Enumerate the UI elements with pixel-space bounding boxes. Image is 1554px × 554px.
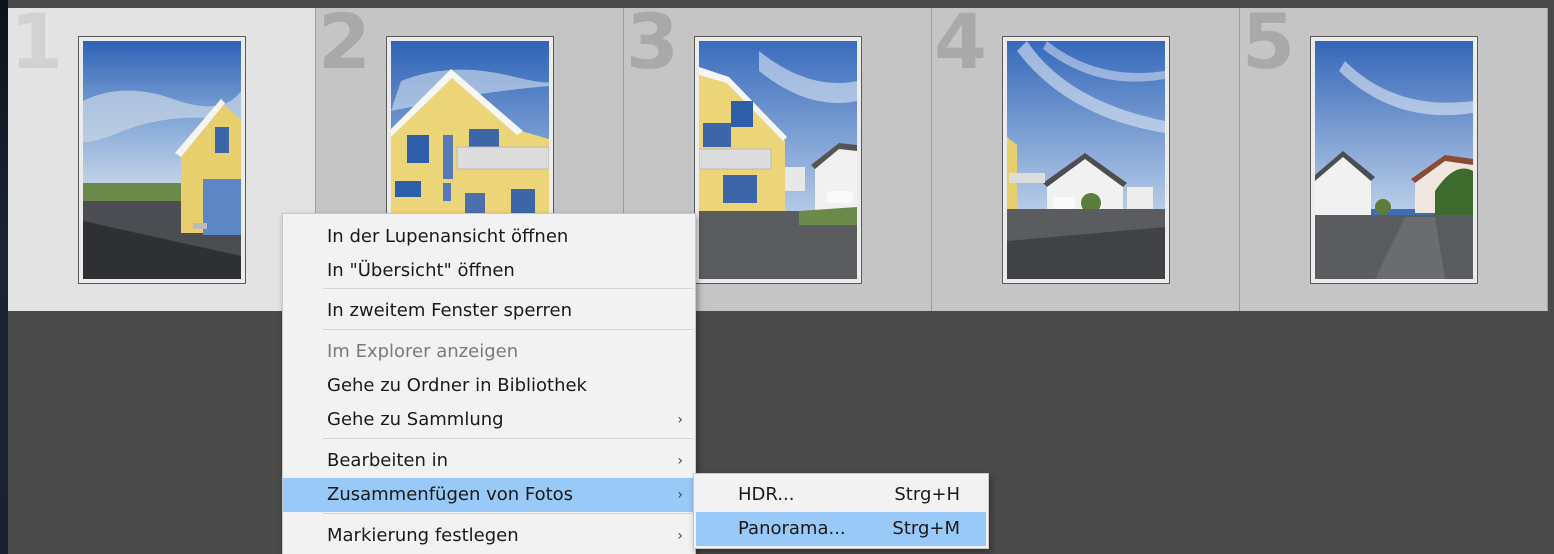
chevron-right-icon: ›: [677, 453, 683, 469]
menu-item-label: Zusammenfügen von Fotos: [327, 484, 574, 505]
menu-item-label: Bearbeiten in: [327, 450, 449, 471]
keyboard-shortcut: Strg+H: [894, 484, 960, 505]
photo-merge-submenu: HDR... Strg+H Panorama... Strg+M: [693, 473, 989, 549]
thumbnail-frame[interactable]: [1310, 36, 1478, 284]
menu-item-label: In "Übersicht" öffnen: [327, 260, 515, 281]
menu-separator: [323, 438, 693, 439]
menu-separator: [323, 288, 693, 289]
thumbnail-frame[interactable]: [78, 36, 246, 284]
keyboard-shortcut: Strg+M: [892, 518, 960, 539]
menu-item-open-survey[interactable]: In "Übersicht" öffnen: [283, 254, 695, 288]
chevron-right-icon: ›: [677, 487, 683, 503]
photo-cell-5[interactable]: 5: [1240, 8, 1548, 311]
photo-grid: 1 2 3 4 5: [8, 8, 1548, 311]
menu-separator: [323, 513, 693, 514]
menu-item-edit-in[interactable]: Bearbeiten in ›: [283, 444, 695, 478]
photo-cell-1[interactable]: 1: [8, 8, 316, 311]
chevron-right-icon: ›: [677, 412, 683, 428]
context-menu: In der Lupenansicht öffnen In "Übersicht…: [282, 213, 696, 554]
menu-item-label: Gehe zu Sammlung: [327, 409, 504, 430]
menu-item-label: Gehe zu Ordner in Bibliothek: [327, 375, 587, 396]
submenu-item-hdr[interactable]: HDR... Strg+H: [696, 478, 986, 512]
menu-item-photo-merge[interactable]: Zusammenfügen von Fotos ›: [283, 478, 695, 512]
submenu-item-panorama[interactable]: Panorama... Strg+M: [696, 512, 986, 546]
menu-item-label: Markierung festlegen: [327, 525, 519, 546]
menu-item-go-to-folder[interactable]: Gehe zu Ordner in Bibliothek: [283, 369, 695, 403]
cell-index-number: 4: [934, 8, 987, 86]
submenu-item-label: HDR...: [738, 484, 795, 505]
menu-item-label: Im Explorer anzeigen: [327, 341, 519, 362]
thumbnail-frame[interactable]: [1002, 36, 1170, 284]
cell-index-number: 3: [626, 8, 679, 86]
thumbnail-frame[interactable]: [694, 36, 862, 284]
menu-item-go-to-collection[interactable]: Gehe zu Sammlung ›: [283, 403, 695, 437]
photo-thumbnail-4[interactable]: [1007, 41, 1165, 279]
window-edge: [0, 0, 8, 554]
menu-item-show-in-explorer: Im Explorer anzeigen: [283, 335, 695, 369]
menu-item-open-loupe[interactable]: In der Lupenansicht öffnen: [283, 220, 695, 254]
photo-cell-4[interactable]: 4: [932, 8, 1240, 311]
menu-item-set-flag[interactable]: Markierung festlegen ›: [283, 519, 695, 553]
photo-thumbnail-5[interactable]: [1315, 41, 1473, 279]
submenu-item-label: Panorama...: [738, 518, 846, 539]
photo-thumbnail-1[interactable]: [83, 41, 241, 279]
menu-item-label: In zweitem Fenster sperren: [327, 300, 573, 321]
menu-item-label: In der Lupenansicht öffnen: [327, 226, 569, 247]
menu-item-lock-second-window[interactable]: In zweitem Fenster sperren: [283, 294, 695, 328]
lightroom-grid-view: 1 2 3 4 5 In der Lupenansicht öffnen In …: [0, 0, 1554, 554]
photo-thumbnail-3[interactable]: [699, 41, 857, 279]
cell-index-number: 5: [1242, 8, 1295, 86]
chevron-right-icon: ›: [677, 528, 683, 544]
cell-index-number: 2: [318, 8, 371, 86]
menu-separator: [323, 329, 693, 330]
cell-index-number: 1: [10, 8, 63, 86]
